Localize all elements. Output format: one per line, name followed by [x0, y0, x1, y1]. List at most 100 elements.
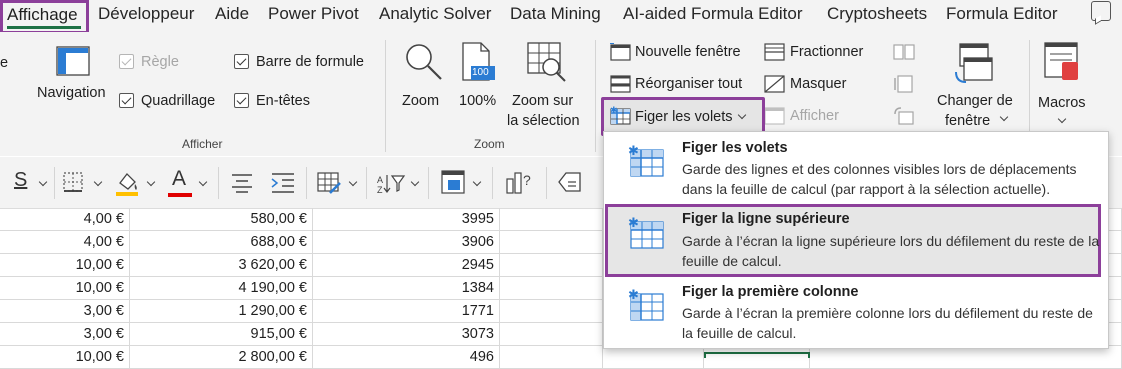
switch-windows-label-2: fenêtre [945, 113, 991, 129]
svg-text:✱: ✱ [628, 289, 639, 303]
hide-icon [764, 75, 785, 93]
new-window-label: Nouvelle fenêtre [635, 44, 741, 60]
borders-icon[interactable] [62, 171, 84, 193]
switch-windows-icon [955, 43, 993, 83]
fill-color-icon[interactable] [114, 169, 140, 197]
table-cell[interactable]: 4 190,00 € [130, 277, 313, 299]
table-cell[interactable]: 3073 [313, 323, 500, 345]
underline-icon[interactable]: S [14, 169, 27, 192]
table-cell[interactable]: 3,00 € [0, 323, 130, 345]
table-cell[interactable] [500, 300, 603, 322]
zoom-group-label: Zoom [474, 137, 505, 151]
zoom-button[interactable]: Zoom [396, 40, 450, 116]
chevron-down-icon[interactable] [38, 177, 48, 187]
table-cell[interactable]: 496 [313, 346, 500, 368]
table-cell[interactable]: 1 290,00 € [130, 300, 313, 322]
chevron-down-icon[interactable] [472, 177, 482, 187]
navigation-button[interactable]: Navigation [36, 42, 112, 114]
table-cell[interactable] [500, 277, 603, 299]
zoom-100-button[interactable]: 100 100% [455, 40, 501, 116]
switch-windows-button[interactable]: Changer de fenêtre [932, 40, 1022, 129]
new-window-button[interactable]: Nouvelle fenêtre [606, 40, 756, 64]
headings-checkbox[interactable] [234, 93, 249, 108]
table-cell[interactable]: 1384 [313, 277, 500, 299]
tab-data-mining[interactable]: Data Mining [510, 3, 601, 27]
menu-item-title: Figer la première colonne [682, 284, 859, 300]
menu-item-freeze-panes[interactable]: ✱ Figer les volets Garde des lignes et d… [608, 137, 1104, 202]
selected-cell[interactable] [704, 352, 810, 358]
table-cell[interactable]: 1771 [313, 300, 500, 322]
svg-text:?: ? [523, 172, 531, 188]
increase-indent-icon[interactable] [270, 171, 296, 193]
tab-power-pivot[interactable]: Power Pivot [268, 3, 359, 27]
table-cell[interactable]: 580,00 € [130, 208, 313, 230]
comments-icon[interactable] [1091, 1, 1111, 21]
zoom-selection-label-2: la sélection [507, 113, 580, 129]
table-cell[interactable]: 2 800,00 € [130, 346, 313, 368]
zoom-to-selection-button[interactable]: Zoom sur la sélection [505, 40, 585, 129]
insert-function-icon[interactable] [440, 169, 468, 197]
formula-bar-checkbox[interactable] [234, 54, 249, 69]
sort-filter-icon[interactable]: A Z [376, 171, 406, 195]
tab-cryptosheets[interactable]: Cryptosheets [827, 3, 927, 27]
formula-bar-label: Barre de formule [256, 54, 364, 70]
table-cell[interactable]: 10,00 € [0, 277, 130, 299]
chevron-down-icon[interactable] [410, 177, 420, 187]
table-cell[interactable] [500, 231, 603, 253]
table-cell[interactable]: 4,00 € [0, 231, 130, 253]
chevron-down-icon[interactable] [93, 177, 103, 187]
table-cell[interactable] [500, 323, 603, 345]
gridlines-checkbox[interactable] [119, 93, 134, 108]
view-side-by-side-icon [893, 44, 915, 60]
chevron-down-icon[interactable] [146, 177, 156, 187]
align-center-icon[interactable] [230, 171, 254, 193]
unhide-button: Afficher [762, 104, 872, 128]
hide-button[interactable]: Masquer [762, 72, 872, 96]
tab-ai-aided-formula-editor[interactable]: AI-aided Formula Editor [623, 3, 803, 27]
toolbar-divider [306, 167, 307, 199]
chevron-down-icon[interactable] [348, 177, 358, 187]
tab-developpeur[interactable]: Développeur [98, 3, 194, 27]
tab-aide[interactable]: Aide [215, 3, 249, 27]
split-button[interactable]: Fractionner [762, 40, 872, 64]
table-cell[interactable]: 3995 [313, 208, 500, 230]
table-cell[interactable] [500, 254, 603, 276]
macros-icon [1044, 42, 1078, 80]
unhide-icon [764, 107, 785, 125]
svg-text:A: A [377, 175, 383, 185]
table-cell[interactable] [810, 346, 1122, 368]
table-cell[interactable]: 688,00 € [130, 231, 313, 253]
tab-analytic-solver[interactable]: Analytic Solver [379, 3, 491, 27]
menu-item-freeze-first-column[interactable]: ✱ Figer la première colonne Garde à l’éc… [608, 281, 1104, 347]
table-cell[interactable]: 4,00 € [0, 208, 130, 230]
partial-label: e [0, 55, 9, 71]
chevron-down-icon[interactable] [198, 177, 208, 187]
ribbon-tab-bar: Affichage Développeur Aide Power Pivot A… [0, 0, 1122, 34]
table-cell[interactable] [500, 208, 603, 230]
table-cell[interactable]: 915,00 € [130, 323, 313, 345]
menu-item-freeze-top-row[interactable]: ✱ Figer la ligne supérieure Garde à l’éc… [608, 207, 1099, 274]
font-color-icon[interactable]: A [172, 167, 186, 191]
chevron-down-icon [999, 112, 1009, 122]
group-divider [385, 40, 386, 152]
table-cell[interactable]: 10,00 € [0, 254, 130, 276]
ruler-checkbox[interactable] [119, 54, 134, 69]
svg-text:✱: ✱ [628, 217, 639, 231]
arrange-all-button[interactable]: Réorganiser tout [606, 72, 756, 96]
tab-formula-editor[interactable]: Formula Editor [946, 3, 1057, 27]
active-tab-underline [7, 26, 81, 29]
format-as-table-icon[interactable] [316, 171, 342, 195]
macros-button[interactable]: Macros [1034, 40, 1094, 128]
tab-affichage[interactable]: Affichage [0, 0, 89, 34]
font-color-swatch [168, 193, 192, 197]
table-cell[interactable]: 3906 [313, 231, 500, 253]
table-cell[interactable] [603, 346, 704, 368]
tag-icon[interactable] [556, 169, 584, 197]
table-cell[interactable]: 3,00 € [0, 300, 130, 322]
table-cell[interactable] [500, 346, 603, 368]
table-cell[interactable]: 2945 [313, 254, 500, 276]
table-cell[interactable]: 3 620,00 € [130, 254, 313, 276]
help-chart-icon[interactable]: ? [504, 169, 534, 197]
table-cell[interactable]: 10,00 € [0, 346, 130, 368]
toolbar-divider [54, 167, 55, 199]
